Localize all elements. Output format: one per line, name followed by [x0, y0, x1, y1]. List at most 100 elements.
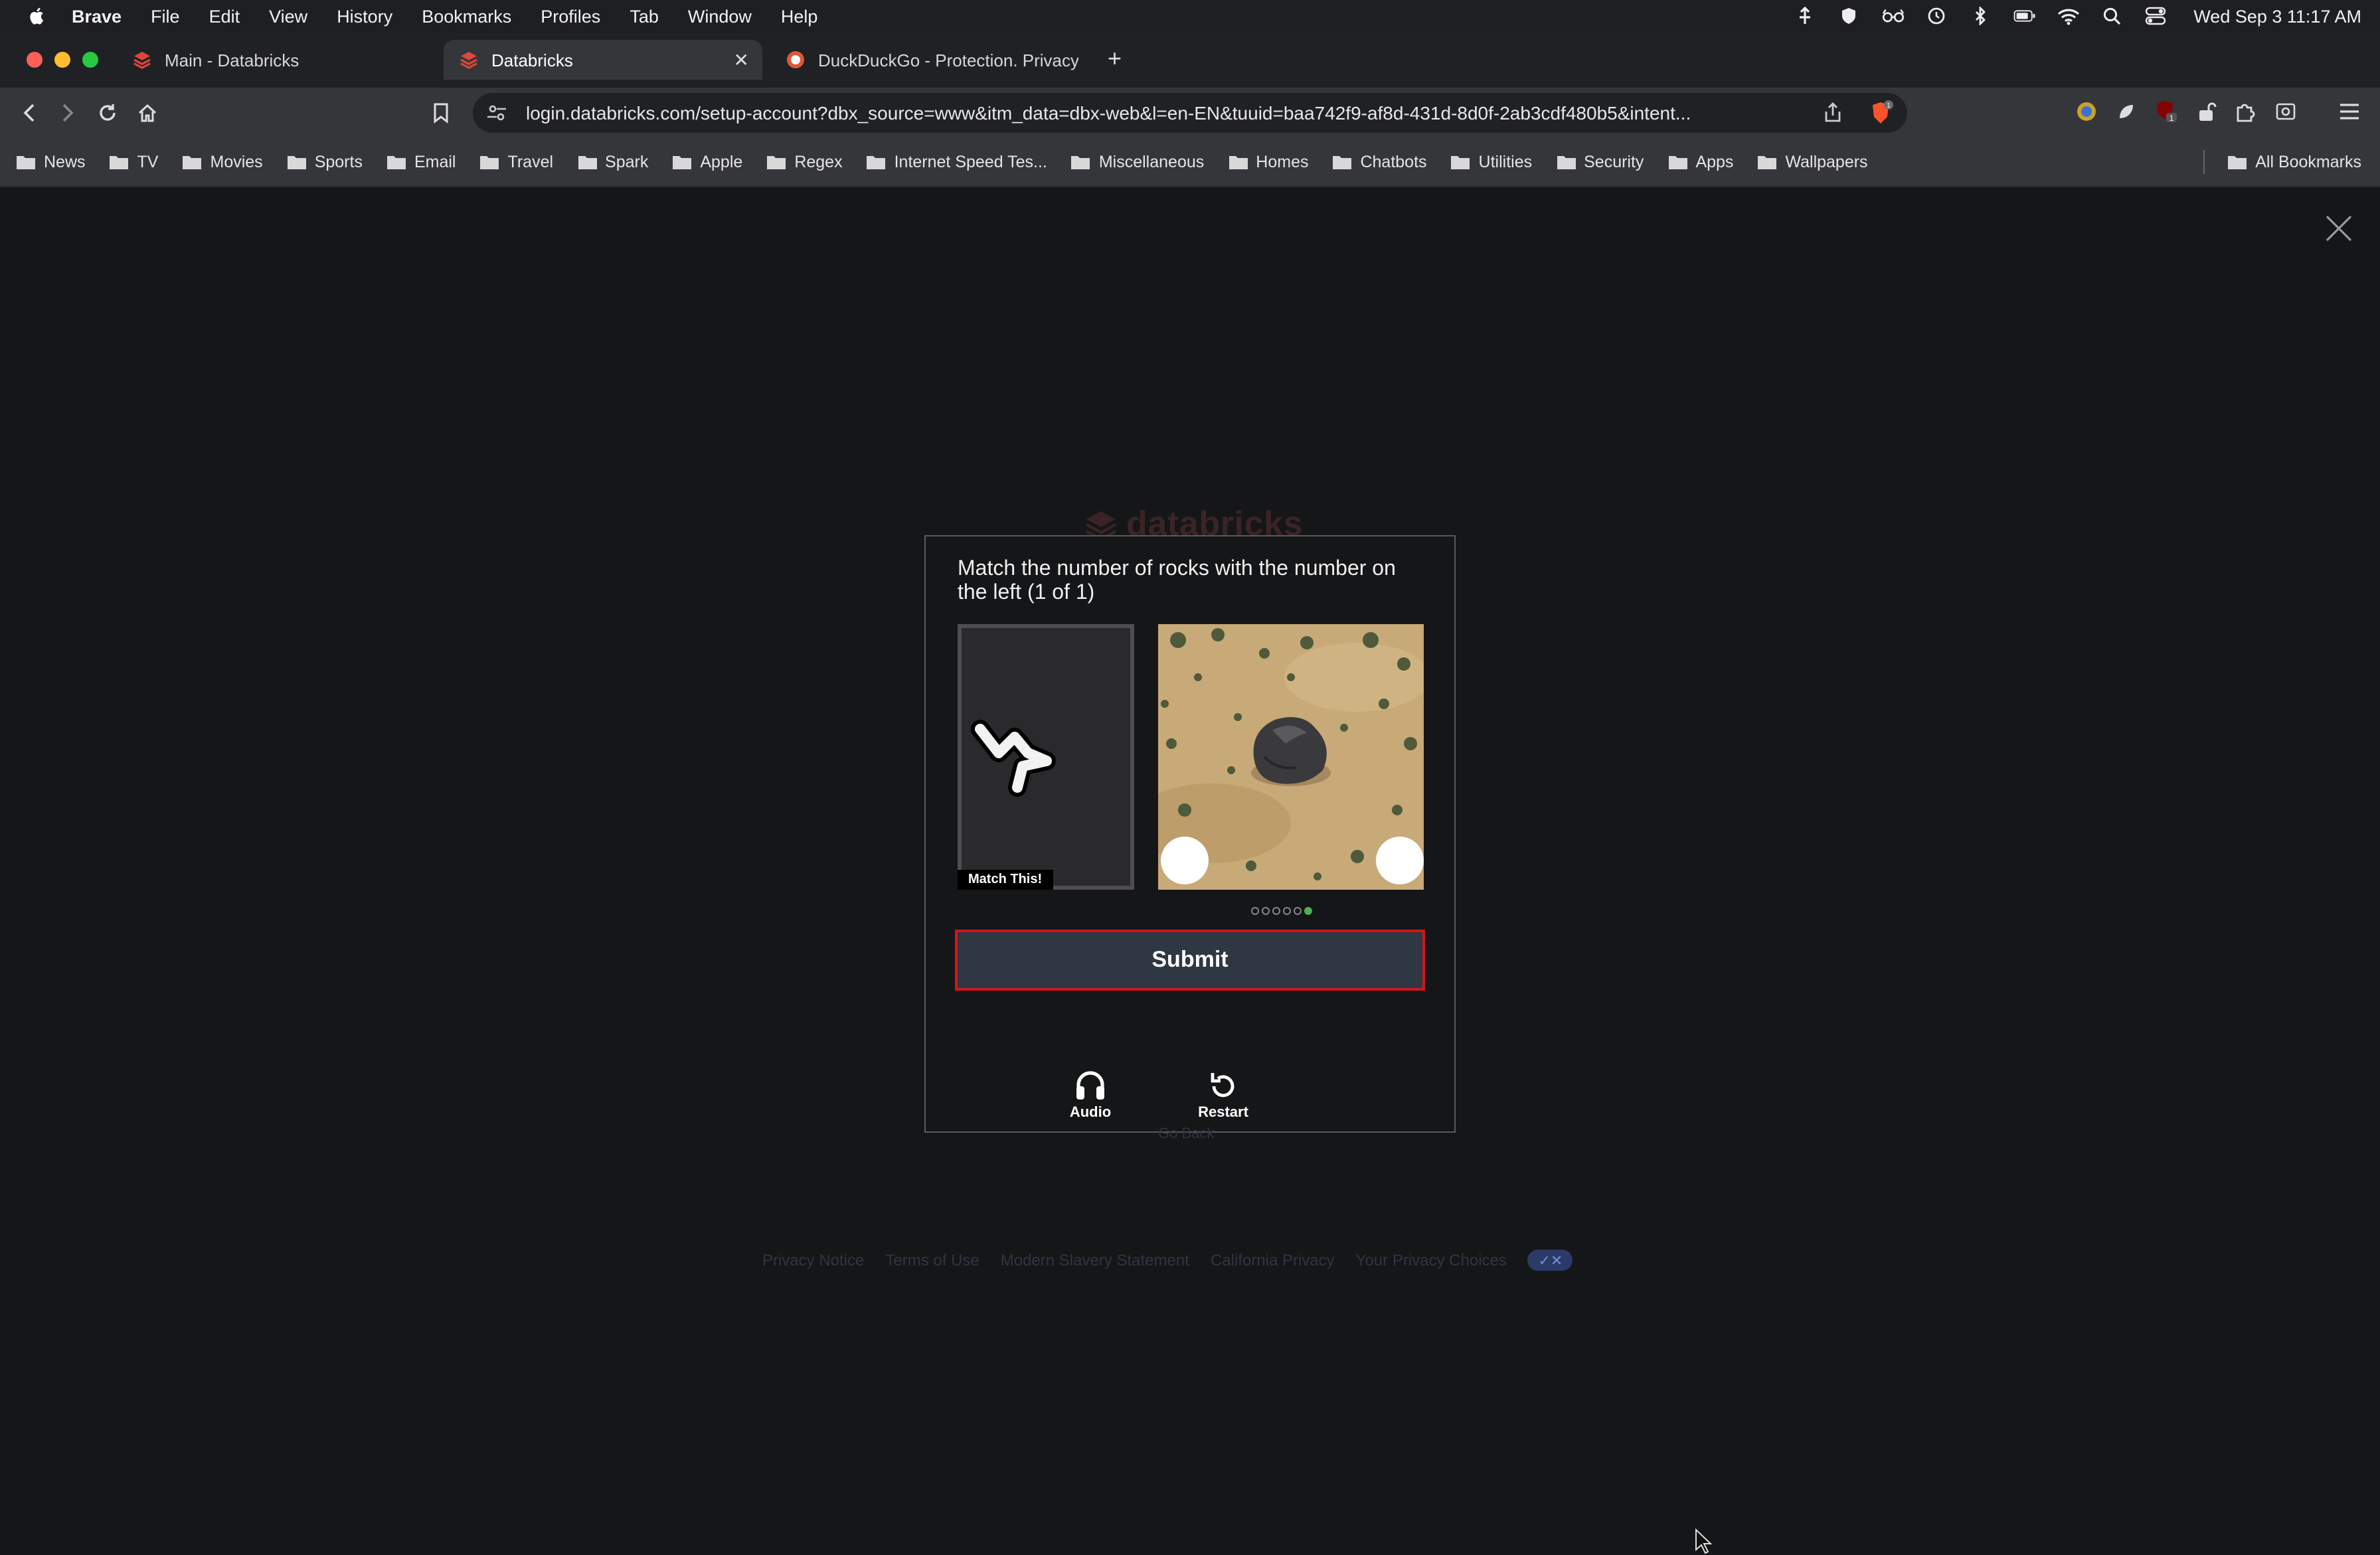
- bookmark-label: Homes: [1256, 153, 1309, 171]
- menu-profiles[interactable]: Profiles: [541, 6, 600, 26]
- menu-clock[interactable]: Wed Sep 3 11:17 AM: [2193, 6, 2361, 26]
- maximize-window-button[interactable]: [82, 52, 98, 68]
- bookmark-folder-homes[interactable]: Homes: [1228, 153, 1308, 171]
- wifi-icon[interactable]: [2057, 7, 2079, 25]
- close-window-button[interactable]: [27, 52, 42, 68]
- captcha-dialog: Match the number of rocks with the numbe…: [924, 535, 1456, 1133]
- folder-icon: [1451, 156, 1470, 169]
- folder-icon: [673, 156, 692, 169]
- home-icon[interactable]: [134, 100, 161, 126]
- submit-button[interactable]: Submit: [955, 930, 1425, 991]
- pin-status-icon[interactable]: [1794, 7, 1816, 25]
- pagination-dot[interactable]: [1294, 907, 1302, 915]
- glasses-icon[interactable]: [1881, 7, 1904, 25]
- pagination-dot[interactable]: [1283, 907, 1291, 915]
- previous-image-button[interactable]: [1161, 837, 1209, 884]
- footer-link-privacy-choices[interactable]: Your Privacy Choices: [1356, 1251, 1507, 1269]
- share-icon[interactable]: [1822, 102, 1843, 123]
- leaf-extension-icon[interactable]: [2114, 100, 2138, 123]
- brave-badge-count: 1: [1887, 102, 1891, 110]
- pagination-dot-active[interactable]: [1304, 907, 1312, 915]
- bookmark-folder-miscellaneous[interactable]: Miscellaneous: [1071, 153, 1204, 171]
- restart-button[interactable]: Restart: [1183, 1068, 1263, 1121]
- folder-icon: [767, 156, 786, 169]
- address-bar[interactable]: login.databricks.com/setup-account?dbx_s…: [473, 93, 1907, 133]
- time-machine-icon[interactable]: [1925, 7, 1948, 25]
- brave-shields-icon[interactable]: 1: [1867, 100, 1894, 126]
- reload-icon[interactable]: [94, 100, 121, 126]
- pagination-dot[interactable]: [1262, 907, 1270, 915]
- footer-link-modern-slavery[interactable]: Modern Slavery Statement: [1001, 1251, 1189, 1269]
- spotlight-search-icon[interactable]: [2100, 7, 2123, 25]
- bookmark-folder-travel[interactable]: Travel: [480, 153, 554, 171]
- bookmark-folder-tv[interactable]: TV: [110, 153, 159, 171]
- bookmark-folder-spark[interactable]: Spark: [577, 153, 648, 171]
- menu-view[interactable]: View: [269, 6, 307, 26]
- tab-databricks[interactable]: Databricks ✕: [444, 40, 762, 80]
- folder-icon: [287, 156, 306, 169]
- go-back-link[interactable]: Go Back: [1158, 1126, 1214, 1142]
- battery-icon[interactable]: [2013, 7, 2035, 25]
- unlock-extension-icon[interactable]: [2194, 100, 2218, 123]
- next-image-button[interactable]: [1376, 837, 1424, 884]
- bookmark-folder-security[interactable]: Security: [1556, 153, 1644, 171]
- bookmark-folder-movies[interactable]: Movies: [183, 153, 263, 171]
- databricks-favicon-icon: [460, 52, 477, 69]
- forward-icon[interactable]: [54, 100, 81, 126]
- menu-window[interactable]: Window: [688, 6, 752, 26]
- bookmark-folder-apple[interactable]: Apple: [672, 153, 742, 171]
- bookmark-folder-news[interactable]: News: [16, 153, 86, 171]
- footer-link-privacy-notice[interactable]: Privacy Notice: [762, 1251, 864, 1269]
- pagination-dot[interactable]: [1272, 907, 1280, 915]
- bookmark-folder-regex[interactable]: Regex: [766, 153, 843, 171]
- menu-bookmarks[interactable]: Bookmarks: [422, 6, 511, 26]
- privacy-choices-toggle-icon[interactable]: ✓✕: [1527, 1250, 1573, 1271]
- bookmark-folder-internet-speed[interactable]: Internet Speed Tes...: [867, 153, 1047, 171]
- apple-icon[interactable]: [27, 5, 48, 27]
- captcha-prompt: Match the number of rocks with the numbe…: [958, 558, 1396, 604]
- audio-button[interactable]: Audio: [1051, 1068, 1130, 1121]
- new-tab-icon[interactable]: +: [1108, 45, 1122, 73]
- minimize-window-button[interactable]: [54, 52, 70, 68]
- back-icon[interactable]: [16, 100, 42, 126]
- folder-icon: [2228, 156, 2247, 169]
- extensions-puzzle-icon[interactable]: [2234, 100, 2258, 123]
- menu-edit[interactable]: Edit: [209, 6, 240, 26]
- bookmark-folder-wallpapers[interactable]: Wallpapers: [1757, 153, 1868, 171]
- menu-tab[interactable]: Tab: [630, 6, 659, 26]
- extension-badge-count: 1: [2169, 114, 2174, 123]
- menu-file[interactable]: File: [151, 6, 180, 26]
- ublock-extension-icon[interactable]: 1: [2154, 100, 2178, 123]
- all-bookmarks-button[interactable]: All Bookmarks: [2227, 153, 2361, 171]
- bookmark-folder-apps[interactable]: Apps: [1667, 153, 1733, 171]
- close-tab-icon[interactable]: ✕: [734, 48, 749, 71]
- pagination-dot[interactable]: [1251, 907, 1259, 915]
- footer-link-terms[interactable]: Terms of Use: [885, 1251, 979, 1269]
- menu-history[interactable]: History: [337, 6, 392, 26]
- rock-image-panel[interactable]: [1158, 624, 1424, 890]
- bookmark-label: Travel: [507, 153, 554, 171]
- translate-extension-icon[interactable]: [2075, 100, 2098, 123]
- menu-app-name[interactable]: Brave: [72, 6, 122, 26]
- bookmark-label: Apple: [700, 153, 743, 171]
- bookmark-folder-sports[interactable]: Sports: [287, 153, 363, 171]
- bookmark-page-icon[interactable]: [428, 100, 454, 126]
- tab-duckduckgo[interactable]: DuckDuckGo - Protection. Privacy: [770, 40, 1089, 80]
- reader-mode-icon[interactable]: [2274, 100, 2298, 123]
- control-center-icon[interactable]: [2144, 7, 2167, 25]
- bluetooth-icon[interactable]: [1969, 7, 1992, 25]
- url-text[interactable]: login.databricks.com/setup-account?dbx_s…: [526, 102, 1801, 123]
- bookmark-folder-email[interactable]: Email: [386, 153, 456, 171]
- folder-icon: [183, 156, 202, 169]
- target-number-glyph: [971, 720, 1056, 797]
- shield-status-icon[interactable]: [1837, 7, 1860, 25]
- site-settings-icon[interactable]: [486, 102, 507, 123]
- browser-menu-icon[interactable]: [2338, 100, 2361, 123]
- tab-main-databricks[interactable]: Main - Databricks: [117, 40, 436, 80]
- footer-link-california-privacy[interactable]: California Privacy: [1211, 1251, 1335, 1269]
- bookmark-folder-chatbots[interactable]: Chatbots: [1332, 153, 1427, 171]
- bookmark-folder-utilities[interactable]: Utilities: [1451, 153, 1532, 171]
- close-challenge-icon[interactable]: [2324, 214, 2353, 243]
- menu-help[interactable]: Help: [781, 6, 818, 26]
- audio-label: Audio: [1069, 1105, 1112, 1121]
